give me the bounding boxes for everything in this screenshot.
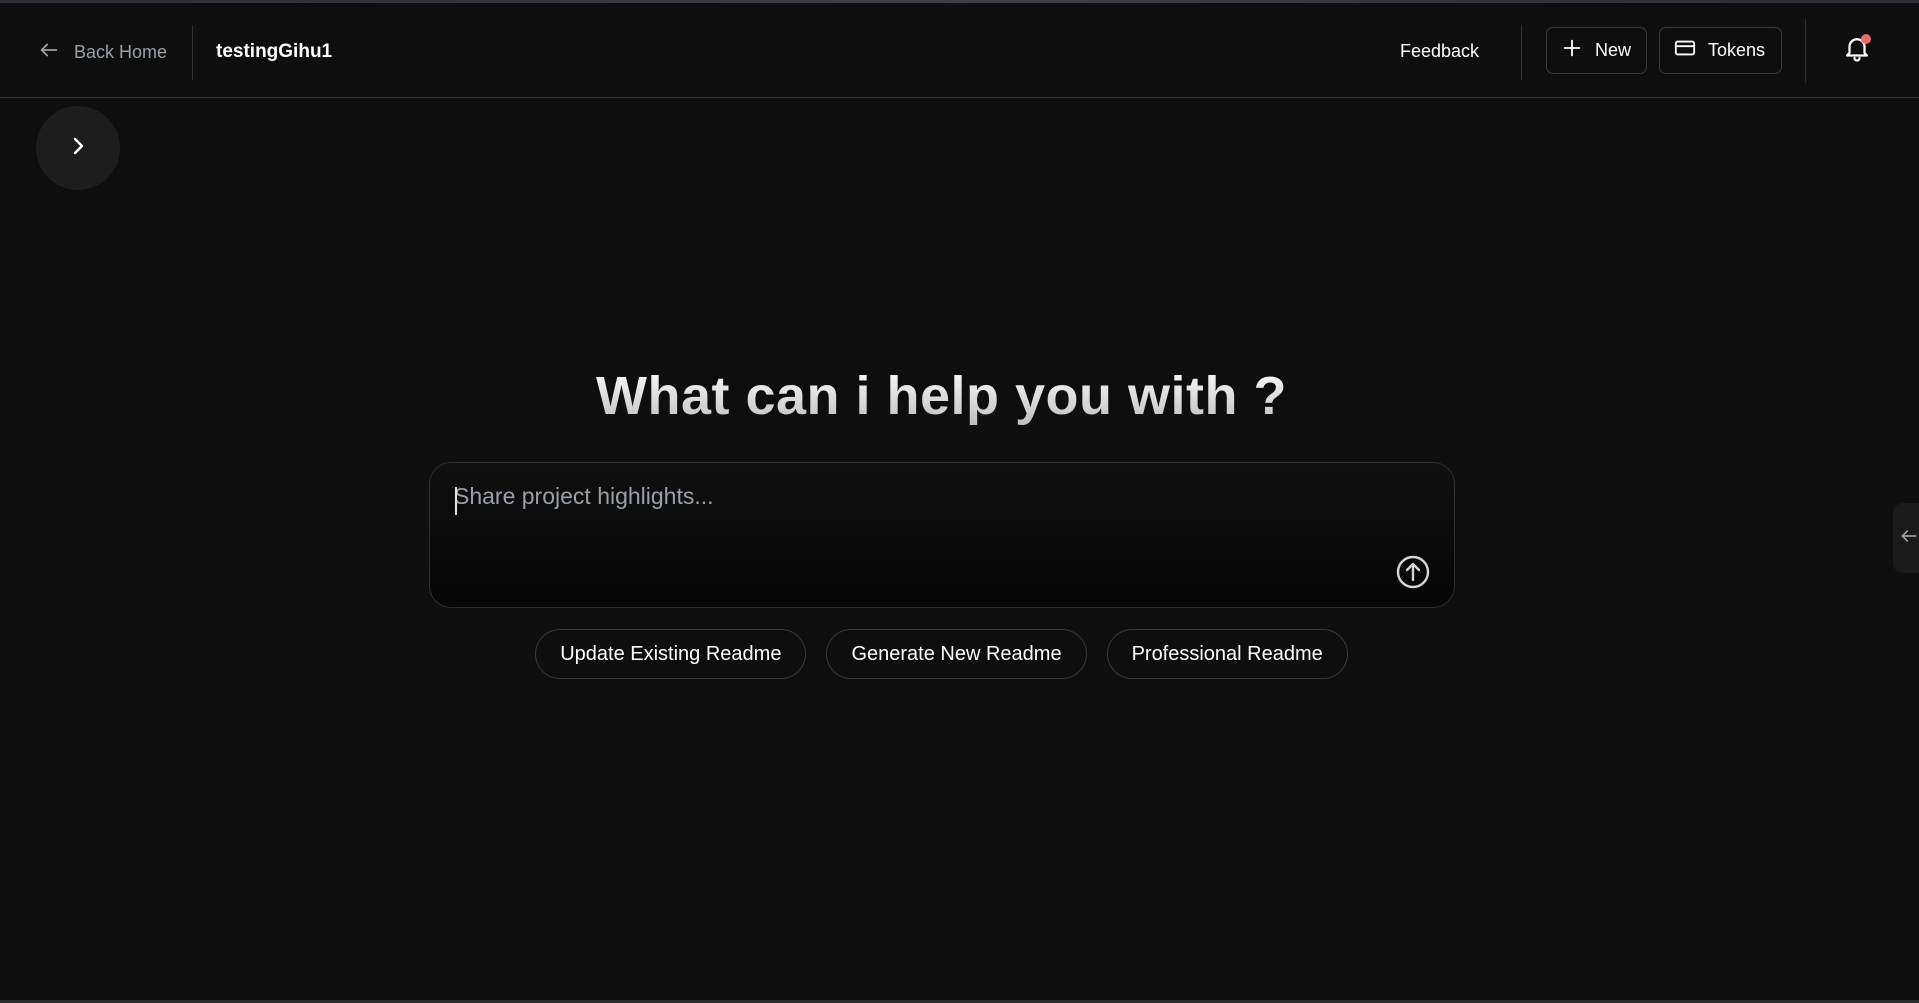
- send-button[interactable]: [1395, 554, 1431, 590]
- new-button[interactable]: New: [1546, 27, 1647, 74]
- suggestion-update-existing-readme[interactable]: Update Existing Readme: [535, 629, 807, 679]
- arrow-left-icon: [38, 39, 60, 66]
- page-headline: What can i help you with ?: [0, 365, 1883, 427]
- prompt-input[interactable]: [454, 483, 1404, 563]
- notifications-button[interactable]: [1842, 33, 1872, 65]
- plus-icon: [1561, 37, 1583, 64]
- suggestion-professional-readme[interactable]: Professional Readme: [1106, 629, 1348, 679]
- suggestion-chips: Update Existing Readme Generate New Read…: [0, 629, 1883, 679]
- app-page: Back Home testingGihu1 Feedback New Toke…: [0, 0, 1919, 1003]
- header-divider: [1521, 25, 1522, 80]
- text-caret: [455, 487, 457, 515]
- top-header: Back Home testingGihu1 Feedback New Toke…: [0, 3, 1919, 98]
- arrow-up-circle-icon: [1395, 555, 1431, 594]
- back-home-link[interactable]: Back Home: [38, 35, 167, 69]
- arrow-left-icon: [1899, 526, 1919, 551]
- header-divider: [1805, 19, 1806, 83]
- suggestion-generate-new-readme[interactable]: Generate New Readme: [826, 629, 1087, 679]
- sidebar-toggle-button[interactable]: [36, 106, 120, 190]
- right-panel-toggle[interactable]: [1893, 503, 1919, 573]
- notification-dot: [1861, 34, 1871, 44]
- prompt-box: [429, 462, 1455, 608]
- feedback-button[interactable]: Feedback: [1400, 41, 1479, 62]
- new-button-label: New: [1595, 40, 1632, 60]
- project-name: testingGihu1: [216, 41, 333, 62]
- header-divider: [192, 25, 193, 80]
- tokens-button-label: Tokens: [1708, 40, 1766, 60]
- bell-icon: [1842, 38, 1872, 67]
- chevron-right-icon: [66, 134, 90, 163]
- back-home-label: Back Home: [74, 41, 168, 62]
- credit-card-icon: [1674, 37, 1696, 64]
- tokens-button[interactable]: Tokens: [1659, 27, 1782, 74]
